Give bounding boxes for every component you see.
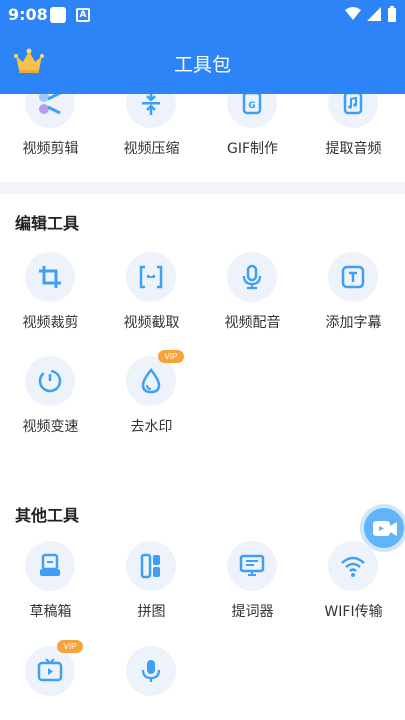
tool-collage[interactable]: 拼图 <box>101 541 202 631</box>
top-tools-card: 视频剪辑 视频压缩 G GIF制作 提取音频 <box>0 94 405 182</box>
tool-drafts[interactable]: 草稿箱 <box>0 541 101 631</box>
other-tools-card: 其他工具 草稿箱 拼图 提词器 WIFI传输 VIP <box>0 476 405 720</box>
wifi-status-icon <box>345 7 361 20</box>
tool-label: 视频配音 <box>224 315 281 331</box>
notification-icon <box>50 7 66 23</box>
drafts-icon <box>25 541 75 591</box>
watermark-drop-icon <box>126 356 176 406</box>
tool-label: 视频变速 <box>22 419 79 435</box>
battery-icon <box>388 6 396 22</box>
tool-teleprompter[interactable]: 提词器 <box>202 541 303 631</box>
page-title: 工具包 <box>173 54 231 76</box>
music-icon <box>328 94 378 128</box>
tv-play-icon <box>25 646 75 696</box>
tool-label: GIF制作 <box>226 141 279 157</box>
section-title-other: 其他工具 <box>15 506 80 525</box>
svg-text:G: G <box>248 101 255 111</box>
wifi-icon <box>328 541 378 591</box>
trim-icon <box>126 252 176 302</box>
tool-remove-watermark[interactable]: VIP 去水印 <box>101 350 202 446</box>
tool-label: 视频压缩 <box>123 141 180 157</box>
tool-label: 去水印 <box>130 419 173 435</box>
tools-content[interactable]: 视频剪辑 视频压缩 G GIF制作 提取音频 编辑工具 视频裁剪 视频截取 视频… <box>0 94 405 720</box>
speed-icon <box>25 356 75 406</box>
tool-label: 提词器 <box>231 604 274 620</box>
tool-video-compress[interactable]: 视频压缩 <box>101 94 202 168</box>
microphone-icon <box>227 252 277 302</box>
tool-wifi-transfer[interactable]: WIFI传输 <box>303 541 404 631</box>
status-time: 9:08 <box>8 5 48 24</box>
app-bar: 工具包 <box>0 30 405 94</box>
notification-a-icon: A <box>76 8 90 22</box>
tool-video-speed[interactable]: 视频变速 <box>0 356 101 446</box>
tool-label: 提取音频 <box>325 141 382 157</box>
tool-label: 视频裁剪 <box>22 315 79 331</box>
status-icons <box>345 6 397 22</box>
tool-video-trim[interactable]: 视频截取 <box>101 252 202 342</box>
tool-extract-audio[interactable]: 提取音频 <box>303 94 404 168</box>
tool-label: 视频剪辑 <box>22 141 79 157</box>
tool-label: 视频截取 <box>123 315 180 331</box>
tool-label: WIFI传输 <box>324 604 383 620</box>
vip-badge: VIP <box>158 350 184 363</box>
tool-video-edit[interactable]: 视频剪辑 <box>0 94 101 168</box>
section-title-edit: 编辑工具 <box>15 214 80 233</box>
scissors-icon <box>25 94 75 128</box>
tool-label: 拼图 <box>137 604 166 620</box>
collage-icon <box>126 541 176 591</box>
floating-video-button[interactable] <box>360 504 405 552</box>
subtitle-icon <box>328 252 378 302</box>
microphone-icon <box>126 646 176 696</box>
status-bar: 9:08 A <box>0 0 405 30</box>
bottom-nav-edge <box>0 706 405 720</box>
vip-badge: VIP <box>57 640 83 653</box>
crop-icon <box>25 252 75 302</box>
tool-gif-make[interactable]: G GIF制作 <box>202 94 303 168</box>
tool-video-crop[interactable]: 视频裁剪 <box>0 252 101 342</box>
compress-icon <box>126 94 176 128</box>
teleprompter-icon <box>227 541 277 591</box>
gif-icon: G <box>227 94 277 128</box>
tool-video-dub[interactable]: 视频配音 <box>202 252 303 342</box>
signal-icon <box>367 7 381 21</box>
tool-add-subtitle[interactable]: 添加字幕 <box>303 252 404 342</box>
video-camera-icon <box>373 521 397 536</box>
tool-label: 添加字幕 <box>325 315 382 331</box>
tool-label: 草稿箱 <box>29 604 72 620</box>
